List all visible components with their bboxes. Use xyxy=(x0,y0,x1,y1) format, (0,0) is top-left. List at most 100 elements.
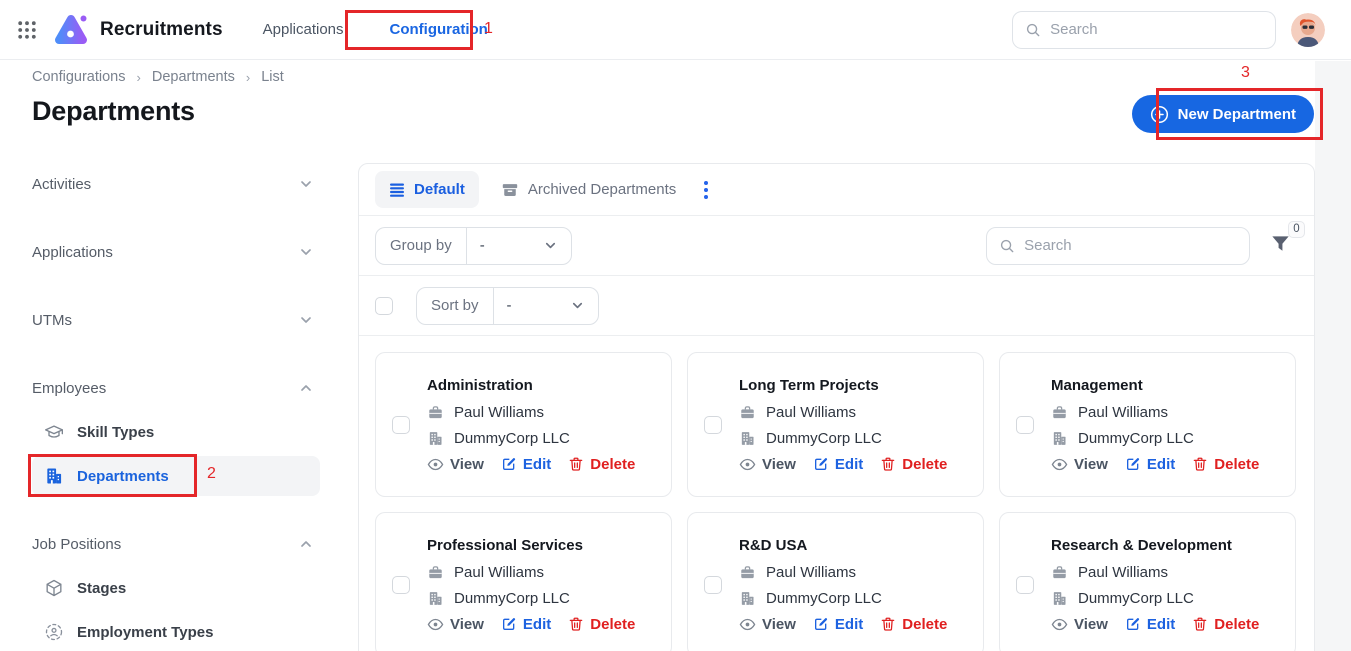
trash-icon xyxy=(568,616,584,632)
sidebar-section-job-positions[interactable]: Job Positions xyxy=(32,524,320,564)
delete-button[interactable]: Delete xyxy=(1192,616,1259,633)
view-button[interactable]: View xyxy=(1051,456,1108,473)
search-icon xyxy=(1025,21,1041,39)
breadcrumb-departments[interactable]: Departments xyxy=(152,69,235,85)
chevron-down-icon xyxy=(298,312,314,328)
sidebar-section-activities[interactable]: Activities xyxy=(32,164,320,204)
nav-tab-configuration[interactable]: Configuration xyxy=(378,12,500,47)
card-checkbox[interactable] xyxy=(1016,416,1034,434)
edit-button[interactable]: Edit xyxy=(1125,616,1175,633)
view-button[interactable]: View xyxy=(1051,616,1108,633)
breadcrumb-configurations[interactable]: Configurations xyxy=(32,69,126,85)
department-name: Professional Services xyxy=(427,537,635,554)
section-label: Activities xyxy=(32,176,91,193)
chevron-down-icon xyxy=(298,244,314,260)
view-button[interactable]: View xyxy=(739,616,796,633)
group-by-dropdown[interactable]: Group by - xyxy=(375,227,572,265)
app-logo-icon xyxy=(53,12,89,48)
edit-icon xyxy=(813,616,829,632)
new-department-button[interactable]: New Department xyxy=(1132,95,1314,133)
delete-button[interactable]: Delete xyxy=(880,616,947,633)
view-button[interactable]: View xyxy=(739,456,796,473)
chevron-up-icon xyxy=(298,536,314,552)
sidebar-item-departments[interactable]: Departments xyxy=(32,456,320,496)
sidebar-item-stages[interactable]: Stages xyxy=(32,568,320,608)
eye-icon xyxy=(427,456,444,473)
sort-by-dropdown[interactable]: Sort by - xyxy=(416,287,599,325)
sidebar-section-applications[interactable]: Applications xyxy=(32,232,320,272)
chevron-down-icon xyxy=(543,238,558,253)
group-by-value: - xyxy=(480,237,485,254)
card-checkbox[interactable] xyxy=(392,416,410,434)
manager-name: Paul Williams xyxy=(766,564,856,581)
delete-button[interactable]: Delete xyxy=(568,456,635,473)
list-search-input[interactable] xyxy=(1024,237,1237,254)
edit-button[interactable]: Edit xyxy=(501,616,551,633)
department-name: Research & Development xyxy=(1051,537,1259,554)
company-building-icon xyxy=(1051,590,1068,607)
company-building-icon xyxy=(1051,430,1068,447)
view-button[interactable]: View xyxy=(427,616,484,633)
edit-button[interactable]: Edit xyxy=(1125,456,1175,473)
department-name: Management xyxy=(1051,377,1259,394)
manager-name: Paul Williams xyxy=(766,404,856,421)
breadcrumb-separator: › xyxy=(246,70,250,85)
department-card: R&D USA Paul Williams xyxy=(687,512,984,651)
tab-archived-departments[interactable]: Archived Departments xyxy=(501,181,676,199)
global-search[interactable] xyxy=(1012,11,1276,49)
graduation-cap-icon xyxy=(44,422,64,442)
new-department-label: New Department xyxy=(1178,106,1296,123)
manager-name: Paul Williams xyxy=(1078,564,1168,581)
nav-tab-applications[interactable]: Applications xyxy=(251,12,356,47)
department-card: Management Paul Williams xyxy=(999,352,1296,497)
user-avatar[interactable] xyxy=(1291,13,1325,47)
manager-name: Paul Williams xyxy=(1078,404,1168,421)
tab-default-label: Default xyxy=(414,181,465,198)
eye-icon xyxy=(427,616,444,633)
briefcase-icon xyxy=(739,404,756,421)
sidebar-item-skill-types[interactable]: Skill Types xyxy=(32,412,320,452)
sidebar-section-employees[interactable]: Employees xyxy=(32,368,320,408)
sidebar-item-employment-types[interactable]: Employment Types xyxy=(32,612,320,651)
list-search[interactable] xyxy=(986,227,1250,265)
edit-icon xyxy=(813,456,829,472)
filter-button[interactable]: 0 xyxy=(1269,232,1292,260)
company-name: DummyCorp LLC xyxy=(454,590,570,607)
trash-icon xyxy=(568,456,584,472)
section-label: Applications xyxy=(32,244,113,261)
chevron-down-icon xyxy=(570,298,585,313)
sort-by-label: Sort by xyxy=(417,288,494,324)
page-background-strip xyxy=(1315,61,1351,651)
sidebar-section-utms[interactable]: UTMs xyxy=(32,300,320,340)
kebab-menu-icon[interactable] xyxy=(698,177,714,203)
delete-button[interactable]: Delete xyxy=(568,616,635,633)
card-checkbox[interactable] xyxy=(704,416,722,434)
edit-button[interactable]: Edit xyxy=(813,456,863,473)
company-building-icon xyxy=(739,430,756,447)
delete-button[interactable]: Delete xyxy=(880,456,947,473)
chevron-down-icon xyxy=(298,176,314,192)
sidebar-item-label: Employment Types xyxy=(77,624,213,641)
chevron-up-icon xyxy=(298,380,314,396)
global-search-input[interactable] xyxy=(1050,21,1263,38)
department-card: Administration Paul Williams xyxy=(375,352,672,497)
trash-icon xyxy=(880,456,896,472)
department-name: Long Term Projects xyxy=(739,377,947,394)
view-button[interactable]: View xyxy=(427,456,484,473)
tab-default[interactable]: Default xyxy=(375,171,479,208)
edit-button[interactable]: Edit xyxy=(813,616,863,633)
card-checkbox[interactable] xyxy=(1016,576,1034,594)
manager-name: Paul Williams xyxy=(454,404,544,421)
edit-button[interactable]: Edit xyxy=(501,456,551,473)
edit-icon xyxy=(501,616,517,632)
card-checkbox[interactable] xyxy=(392,576,410,594)
company-building-icon xyxy=(427,430,444,447)
list-lines-icon xyxy=(389,182,405,198)
app-launcher-icon[interactable] xyxy=(18,21,36,39)
card-checkbox[interactable] xyxy=(704,576,722,594)
breadcrumb-list[interactable]: List xyxy=(261,69,284,85)
company-name: DummyCorp LLC xyxy=(766,590,882,607)
company-name: DummyCorp LLC xyxy=(1078,430,1194,447)
select-all-checkbox[interactable] xyxy=(375,297,393,315)
delete-button[interactable]: Delete xyxy=(1192,456,1259,473)
